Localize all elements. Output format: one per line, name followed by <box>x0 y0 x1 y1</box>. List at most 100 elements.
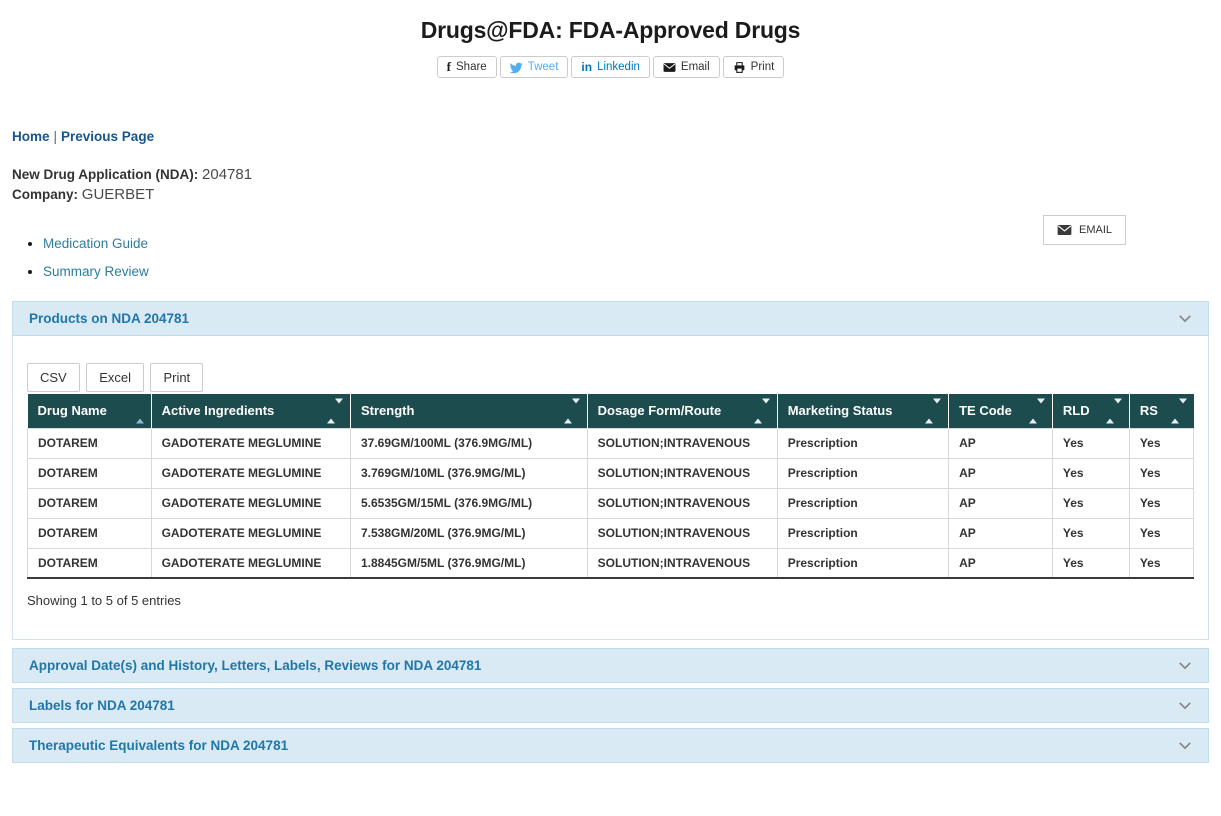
breadcrumb: Home|Previous Page <box>12 129 1209 144</box>
cell-drug-name: DOTAREM <box>28 458 152 488</box>
accordion-therapeutic-equivalents-header[interactable]: Therapeutic Equivalents for NDA 204781 <box>12 728 1209 763</box>
cell-active-ingredients: GADOTERATE MEGLUMINE <box>151 428 350 458</box>
column-header-strength[interactable]: Strength <box>350 394 587 428</box>
cell-rs: Yes <box>1129 518 1193 548</box>
company-label: Company: <box>12 187 78 202</box>
accordion-products-header[interactable]: Products on NDA 204781 <box>12 301 1209 336</box>
cell-active-ingredients: GADOTERATE MEGLUMINE <box>151 458 350 488</box>
sort-icon <box>754 403 770 418</box>
cell-drug-name: DOTAREM <box>28 518 152 548</box>
column-header-drug-name[interactable]: Drug Name <box>28 394 152 428</box>
accordion-approval-history: Approval Date(s) and History, Letters, L… <box>12 648 1209 683</box>
cell-rs: Yes <box>1129 488 1193 518</box>
cell-rs: Yes <box>1129 428 1193 458</box>
cell-active-ingredients: GADOTERATE MEGLUMINE <box>151 488 350 518</box>
export-button[interactable]: Print <box>150 363 203 392</box>
column-header-marketing-status[interactable]: Marketing Status <box>777 394 948 428</box>
sort-icon <box>1106 403 1122 418</box>
cell-rld: Yes <box>1052 488 1129 518</box>
tweet-button[interactable]: Tweet <box>500 56 569 78</box>
cell-dosage-form-route: SOLUTION;INTRAVENOUS <box>587 488 777 518</box>
accordion-labels: Labels for NDA 204781 <box>12 688 1209 723</box>
cell-rld: Yes <box>1052 428 1129 458</box>
export-buttons: CSV Excel Print <box>27 363 1194 392</box>
cell-strength: 7.538GM/20ML (376.9MG/ML) <box>350 518 587 548</box>
column-header-active-ingredients[interactable]: Active Ingredients <box>151 394 350 428</box>
cell-te-code: AP <box>949 488 1053 518</box>
cell-te-code: AP <box>949 548 1053 578</box>
breadcrumb-previous-page-link[interactable]: Previous Page <box>61 129 154 144</box>
document-link[interactable]: Medication Guide <box>43 236 148 251</box>
sort-icon <box>1171 403 1187 418</box>
cell-active-ingredients: GADOTERATE MEGLUMINE <box>151 548 350 578</box>
page-title: Drugs@FDA: FDA-Approved Drugs <box>0 17 1221 44</box>
cell-rld: Yes <box>1052 458 1129 488</box>
email-share-button[interactable]: Email <box>653 56 720 78</box>
cell-marketing-status: Prescription <box>777 488 948 518</box>
nda-value: 204781 <box>202 166 252 183</box>
breadcrumb-home-link[interactable]: Home <box>12 129 50 144</box>
print-share-button[interactable]: Print <box>723 56 785 78</box>
document-link-item: Summary Review <box>43 258 1209 286</box>
company-value: GUERBET <box>82 186 155 203</box>
chevron-down-icon <box>1178 741 1192 750</box>
cell-marketing-status: Prescription <box>777 548 948 578</box>
cell-active-ingredients: GADOTERATE MEGLUMINE <box>151 518 350 548</box>
chevron-down-icon <box>1178 661 1192 670</box>
print-icon <box>733 61 746 74</box>
nda-label: New Drug Application (NDA): <box>12 167 198 182</box>
company-line: Company: GUERBET <box>12 185 1209 205</box>
cell-dosage-form-route: SOLUTION;INTRAVENOUS <box>587 428 777 458</box>
chevron-down-icon <box>1178 314 1192 323</box>
export-button[interactable]: CSV <box>27 363 80 392</box>
cell-marketing-status: Prescription <box>777 458 948 488</box>
email-button[interactable]: EMAIL <box>1043 215 1126 245</box>
export-button[interactable]: Excel <box>86 363 144 392</box>
table-header-row: Drug Name Active Ingredients Strength Do… <box>28 394 1194 428</box>
nda-line: New Drug Application (NDA): 204781 <box>12 165 1209 185</box>
cell-strength: 1.8845GM/5ML (376.9MG/ML) <box>350 548 587 578</box>
table-row: DOTAREM GADOTERATE MEGLUMINE 3.769GM/10M… <box>28 458 1194 488</box>
facebook-icon: f <box>447 59 451 75</box>
accordion-labels-header[interactable]: Labels for NDA 204781 <box>12 688 1209 723</box>
share-facebook-button[interactable]: f Share <box>437 56 497 78</box>
cell-drug-name: DOTAREM <box>28 548 152 578</box>
document-links: Medication Guide Summary Review <box>43 230 1209 286</box>
cell-marketing-status: Prescription <box>777 428 948 458</box>
accordion-approval-history-header[interactable]: Approval Date(s) and History, Letters, L… <box>12 648 1209 683</box>
column-header-te-code[interactable]: TE Code <box>949 394 1053 428</box>
table-row: DOTAREM GADOTERATE MEGLUMINE 37.69GM/100… <box>28 428 1194 458</box>
cell-dosage-form-route: SOLUTION;INTRAVENOUS <box>587 458 777 488</box>
cell-strength: 37.69GM/100ML (376.9MG/ML) <box>350 428 587 458</box>
column-header-rld[interactable]: RLD <box>1052 394 1129 428</box>
cell-rs: Yes <box>1129 548 1193 578</box>
sort-icon <box>1029 403 1045 418</box>
sort-icon <box>925 403 941 418</box>
cell-dosage-form-route: SOLUTION;INTRAVENOUS <box>587 518 777 548</box>
application-info: New Drug Application (NDA): 204781 Compa… <box>12 165 1209 205</box>
table-row: DOTAREM GADOTERATE MEGLUMINE 1.8845GM/5M… <box>28 548 1194 578</box>
cell-dosage-form-route: SOLUTION;INTRAVENOUS <box>587 548 777 578</box>
linkedin-button[interactable]: in Linkedin <box>571 56 650 78</box>
social-share-bar: f Share Tweet in Linkedin Email Print <box>0 56 1221 78</box>
share-label: Share <box>456 61 487 73</box>
cell-strength: 3.769GM/10ML (376.9MG/ML) <box>350 458 587 488</box>
cell-te-code: AP <box>949 458 1053 488</box>
linkedin-icon: in <box>581 60 592 74</box>
sort-ascending-icon <box>136 403 144 418</box>
cell-marketing-status: Prescription <box>777 518 948 548</box>
table-row: DOTAREM GADOTERATE MEGLUMINE 5.6535GM/15… <box>28 488 1194 518</box>
accordion-title: Therapeutic Equivalents for NDA 204781 <box>29 738 288 753</box>
cell-te-code: AP <box>949 518 1053 548</box>
products-section: Products on NDA 204781 CSV Excel Print <box>12 301 1209 640</box>
table-row: DOTAREM GADOTERATE MEGLUMINE 7.538GM/20M… <box>28 518 1194 548</box>
column-header-dosage-form-route[interactable]: Dosage Form/Route <box>587 394 777 428</box>
sort-icon <box>327 403 343 418</box>
email-icon <box>663 61 676 74</box>
cell-rld: Yes <box>1052 518 1129 548</box>
cell-te-code: AP <box>949 428 1053 458</box>
cell-drug-name: DOTAREM <box>28 428 152 458</box>
twitter-icon <box>510 61 523 74</box>
document-link[interactable]: Summary Review <box>43 264 149 279</box>
column-header-rs[interactable]: RS <box>1129 394 1193 428</box>
